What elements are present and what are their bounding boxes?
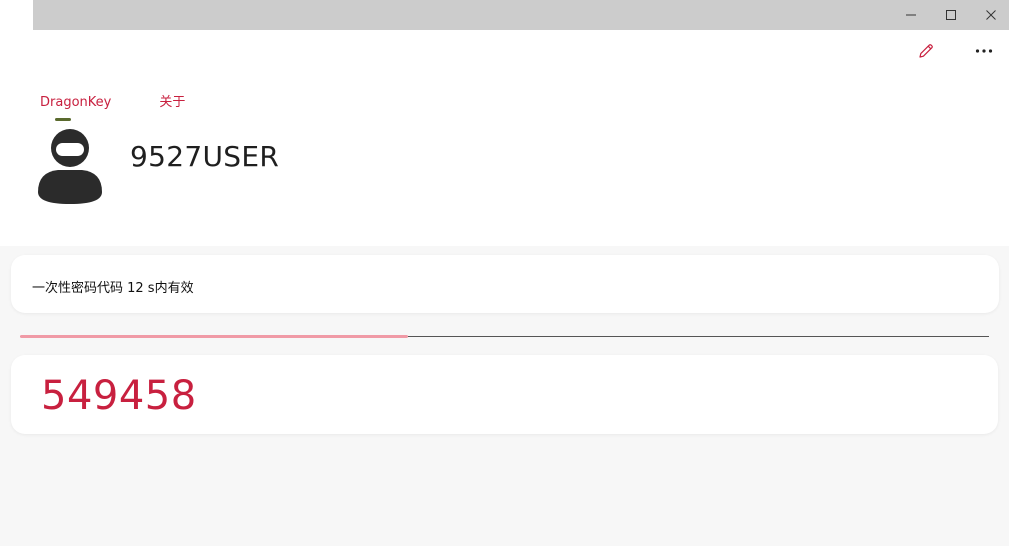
otp-info-card: 一次性密码代码 12 s内有效 [11, 255, 999, 313]
account-username: 9527USER [130, 140, 280, 173]
otp-validity-text: 一次性密码代码 12 s内有效 [32, 281, 194, 296]
tab-dragonkey[interactable]: DragonKey [40, 94, 111, 121]
more-icon [975, 49, 993, 53]
titlebar-left-area [0, 0, 33, 30]
header-panel: DragonKey 关于 [0, 30, 1009, 246]
more-button[interactable] [964, 36, 1004, 66]
maximize-button[interactable] [931, 0, 971, 30]
otp-code[interactable]: 549458 [41, 373, 197, 419]
otp-code-card: 549458 [11, 355, 998, 434]
close-icon [986, 10, 996, 20]
maximize-icon [946, 10, 956, 20]
app-window: DragonKey 关于 9527USER 一次性密码代码 12 s内有效 54… [0, 0, 1009, 546]
progress-fill [20, 335, 408, 338]
close-button[interactable] [971, 0, 1009, 30]
tab-about[interactable]: 关于 [159, 94, 185, 112]
edit-button[interactable] [906, 36, 946, 66]
pencil-icon [919, 44, 933, 58]
minimize-icon [906, 14, 916, 16]
titlebar [33, 0, 1009, 30]
tab-bar: DragonKey 关于 [40, 94, 233, 121]
minimize-button[interactable] [891, 0, 931, 30]
user-avatar-icon [38, 129, 102, 204]
otp-countdown-progress [20, 335, 989, 338]
